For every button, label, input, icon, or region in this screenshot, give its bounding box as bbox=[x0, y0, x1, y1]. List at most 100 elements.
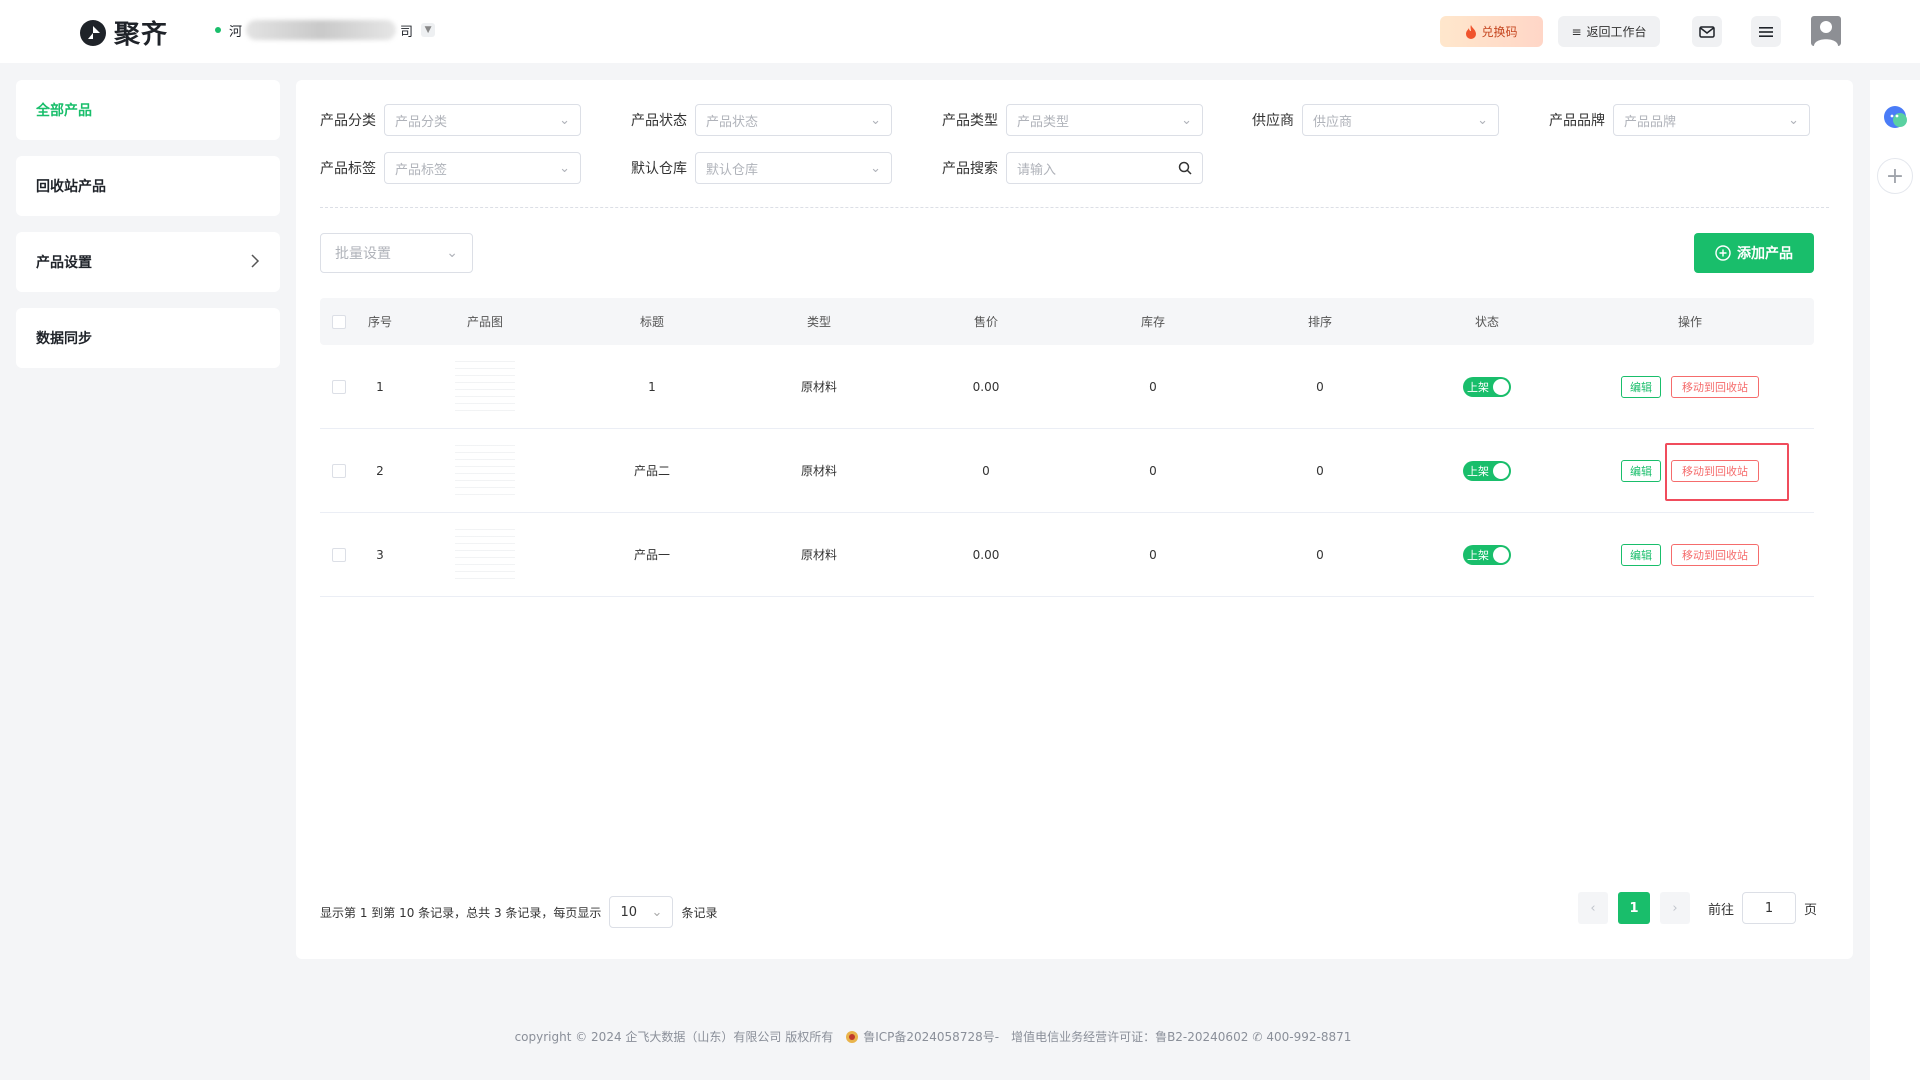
table-row: 1 1 原材料 0.00 0 0 上架 编辑 移动到回收站 bbox=[320, 345, 1814, 429]
row-index: 2 bbox=[376, 463, 384, 478]
status-toggle[interactable]: 上架 bbox=[1447, 345, 1527, 428]
app-logo[interactable]: 聚齐 bbox=[78, 14, 168, 51]
icp-link[interactable]: 鲁ICP备2024058728号- bbox=[863, 1028, 999, 1045]
chevron-down-icon: ⌄ bbox=[870, 160, 881, 176]
company-name-blurred bbox=[246, 20, 397, 40]
row-stock: 0 bbox=[1149, 379, 1157, 394]
page-number-current[interactable]: 1 bbox=[1618, 892, 1650, 924]
row-type: 原材料 bbox=[800, 548, 837, 562]
row-price: 0.00 bbox=[972, 547, 1000, 562]
product-thumbnail bbox=[455, 429, 515, 512]
edit-button[interactable]: 编辑 bbox=[1621, 459, 1661, 482]
chevron-down-icon: ⌄ bbox=[1788, 112, 1799, 128]
col-index: 序号 bbox=[367, 315, 392, 329]
col-status: 状态 bbox=[1474, 315, 1499, 329]
online-dot-icon bbox=[215, 27, 221, 33]
chevron-right-icon bbox=[251, 254, 260, 268]
edit-button[interactable]: 编辑 bbox=[1621, 543, 1661, 566]
table-row: 2 产品二 原材料 0 0 0 上架 编辑 移动到回收站 bbox=[320, 429, 1814, 513]
row-checkbox[interactable] bbox=[332, 513, 346, 596]
chevron-down-icon: ⌄ bbox=[446, 245, 458, 261]
plus-circle-icon bbox=[1715, 245, 1731, 261]
top-header: 聚齐 河 司 ▼ 兑换码 ≡ 返回工作台 bbox=[0, 0, 1920, 63]
batch-settings-select[interactable]: 批量设置 ⌄ bbox=[320, 233, 473, 273]
highlight-box bbox=[1665, 443, 1789, 501]
filter-type: 产品类型 产品类型 ⌄ bbox=[942, 104, 1203, 136]
move-to-recycle-button[interactable]: 移动到回收站 bbox=[1671, 375, 1759, 398]
copyright-text: copyright © 2024 企飞大数据（山东）有限公司 版权所有 bbox=[514, 1030, 834, 1044]
next-page-button[interactable]: › bbox=[1660, 892, 1690, 924]
chevron-down-icon: ⌄ bbox=[651, 904, 663, 920]
sidebar-item-product-settings[interactable]: 产品设置 bbox=[16, 232, 280, 292]
user-avatar[interactable] bbox=[1811, 16, 1841, 46]
product-thumbnail bbox=[455, 345, 515, 428]
chevron-down-icon: ⌄ bbox=[559, 112, 570, 128]
redeem-code-button[interactable]: 兑换码 bbox=[1440, 16, 1543, 47]
goto-page-input[interactable]: 1 bbox=[1742, 892, 1797, 924]
license-text: 增值电信业务经营许可证：鲁B2-20240602 bbox=[1011, 1030, 1249, 1044]
move-to-recycle-button[interactable]: 移动到回收站 bbox=[1671, 543, 1759, 566]
chevron-down-icon: ⌄ bbox=[559, 160, 570, 176]
sidebar-item-data-sync[interactable]: 数据同步 bbox=[16, 308, 280, 368]
prev-page-button[interactable]: ‹ bbox=[1578, 892, 1608, 924]
filter-search: 产品搜索 请输入 bbox=[942, 152, 1203, 184]
status-toggle[interactable]: 上架 bbox=[1447, 513, 1527, 596]
sidebar-item-all-products[interactable]: 全部产品 bbox=[16, 80, 280, 140]
mail-icon bbox=[1699, 25, 1715, 38]
supplier-select[interactable]: 供应商 ⌄ bbox=[1302, 104, 1499, 136]
phone-number: 400-992-8871 bbox=[1266, 1029, 1352, 1044]
back-to-workbench-button[interactable]: ≡ 返回工作台 bbox=[1558, 16, 1660, 47]
type-select[interactable]: 产品类型 ⌄ bbox=[1006, 104, 1203, 136]
row-stock: 0 bbox=[1149, 463, 1157, 478]
sidebar-item-recycle-bin[interactable]: 回收站产品 bbox=[16, 156, 280, 216]
menu-button[interactable] bbox=[1751, 16, 1781, 47]
fire-icon bbox=[1466, 24, 1477, 39]
product-search-input[interactable]: 请输入 bbox=[1006, 152, 1203, 184]
company-name-suffix: 司 bbox=[400, 24, 414, 40]
chat-assistant-icon[interactable] bbox=[1882, 104, 1908, 130]
col-title: 标题 bbox=[639, 315, 664, 329]
add-shortcut-button[interactable]: + bbox=[1877, 158, 1913, 194]
page-suffix: 页 bbox=[1804, 902, 1818, 918]
category-select[interactable]: 产品分类 ⌄ bbox=[384, 104, 581, 136]
chevron-down-icon: ⌄ bbox=[1181, 112, 1192, 128]
right-rail: + bbox=[1870, 80, 1920, 1080]
col-sort: 排序 bbox=[1307, 315, 1332, 329]
row-checkbox[interactable] bbox=[332, 429, 346, 512]
filter-brand: 产品品牌 产品品牌 ⌄ bbox=[1549, 104, 1810, 136]
tag-select[interactable]: 产品标签 ⌄ bbox=[384, 152, 581, 184]
table-row: 3 产品一 原材料 0.00 0 0 上架 编辑 移动到回收站 bbox=[320, 513, 1814, 597]
brand-select[interactable]: 产品品牌 ⌄ bbox=[1613, 104, 1810, 136]
table-header: 序号 产品图 标题 类型 售价 库存 排序 状态 操作 bbox=[320, 298, 1814, 345]
police-badge-icon bbox=[846, 1030, 859, 1043]
col-stock: 库存 bbox=[1140, 315, 1165, 329]
row-title: 产品一 bbox=[633, 548, 670, 562]
search-icon[interactable] bbox=[1178, 161, 1192, 175]
row-checkbox[interactable] bbox=[332, 345, 346, 428]
warehouse-select[interactable]: 默认仓库 ⌄ bbox=[695, 152, 892, 184]
goto-label: 前往 bbox=[1708, 902, 1735, 918]
status-select[interactable]: 产品状态 ⌄ bbox=[695, 104, 892, 136]
col-price: 售价 bbox=[973, 315, 998, 329]
row-price: 0 bbox=[982, 463, 990, 478]
row-type: 原材料 bbox=[800, 380, 837, 394]
user-icon bbox=[1814, 21, 1838, 46]
select-all-checkbox[interactable] bbox=[332, 298, 346, 345]
page-footer: copyright © 2024 企飞大数据（山东）有限公司 版权所有 鲁ICP… bbox=[0, 1028, 1866, 1045]
filter-tag: 产品标签 产品标签 ⌄ bbox=[320, 152, 581, 184]
row-index: 1 bbox=[376, 379, 384, 394]
mail-button[interactable] bbox=[1692, 16, 1722, 47]
chevron-down-icon: ⌄ bbox=[1477, 112, 1488, 128]
product-thumbnail bbox=[455, 513, 515, 596]
add-product-button[interactable]: 添加产品 bbox=[1694, 233, 1814, 273]
filter-category: 产品分类 产品分类 ⌄ bbox=[320, 104, 581, 136]
status-toggle[interactable]: 上架 bbox=[1447, 429, 1527, 512]
filter-status: 产品状态 产品状态 ⌄ bbox=[631, 104, 892, 136]
edit-button[interactable]: 编辑 bbox=[1621, 375, 1661, 398]
hamburger-icon bbox=[1759, 26, 1773, 37]
page-size-select[interactable]: 10 ⌄ bbox=[609, 896, 674, 928]
company-selector[interactable]: 河 司 ▼ bbox=[215, 20, 436, 40]
dropdown-caret-icon[interactable]: ▼ bbox=[421, 23, 436, 37]
row-price: 0.00 bbox=[972, 379, 1000, 394]
row-stock: 0 bbox=[1149, 547, 1157, 562]
